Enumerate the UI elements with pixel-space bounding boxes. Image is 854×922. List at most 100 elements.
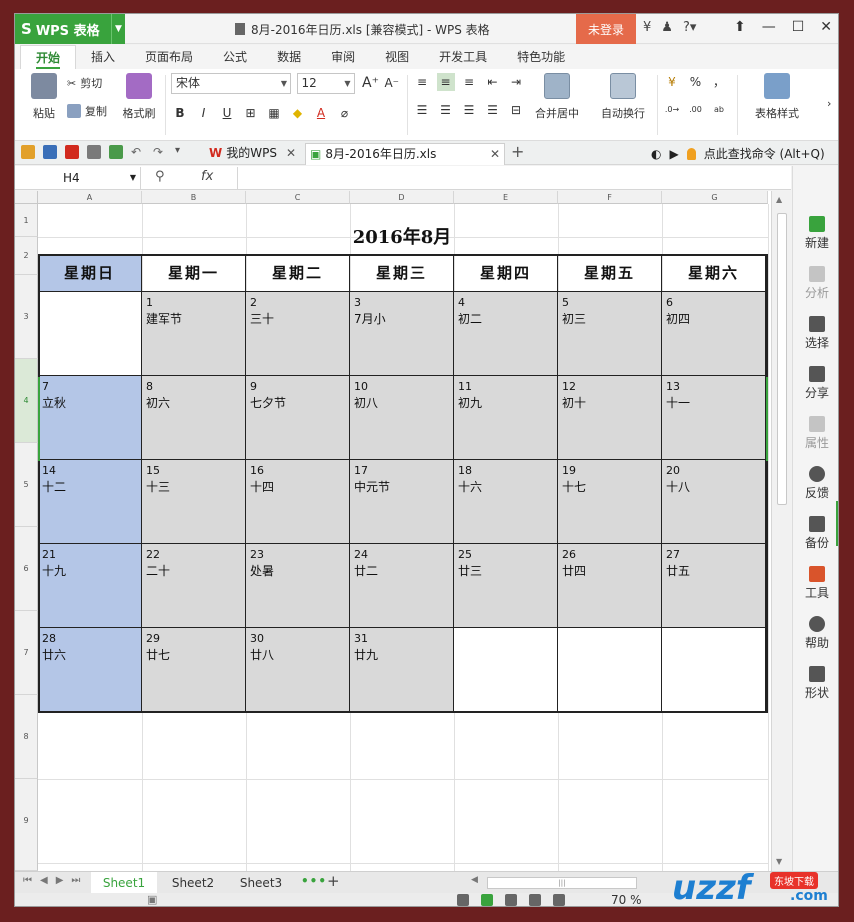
tab-home[interactable]: 开始 bbox=[20, 45, 77, 69]
calendar-day-cell[interactable]: 9 七夕节 bbox=[246, 376, 350, 460]
tab-formulas[interactable]: 公式 bbox=[208, 45, 262, 69]
customize-icon[interactable]: ▾ bbox=[175, 145, 189, 159]
save-icon[interactable] bbox=[43, 145, 57, 159]
calendar-day-cell[interactable]: 23 处暑 bbox=[246, 544, 350, 628]
zoom-level[interactable]: 70 % bbox=[611, 893, 642, 906]
currency-icon[interactable]: ¥ bbox=[663, 73, 681, 91]
tab-developer[interactable]: 开发工具 bbox=[424, 45, 502, 69]
wrap-text-button[interactable]: 自动换行 bbox=[595, 73, 651, 121]
pane-select[interactable]: 选择 bbox=[793, 316, 838, 351]
sheet-tab-3[interactable]: Sheet3 bbox=[229, 872, 293, 894]
normal-view-icon[interactable] bbox=[481, 894, 493, 906]
justify-icon[interactable]: ☰ bbox=[484, 101, 502, 119]
convert-icon[interactable]: ab bbox=[710, 101, 728, 119]
app-menu-button[interactable]: S WPS 表格 ▼ bbox=[15, 14, 125, 44]
next-sheet-icon[interactable]: ▶ bbox=[56, 875, 64, 886]
calendar-day-cell[interactable]: 21 十九 bbox=[38, 544, 142, 628]
clear-format-icon[interactable]: ⌀ bbox=[336, 104, 354, 122]
ribbon-scroll-icon[interactable]: › bbox=[827, 97, 831, 110]
underline-button[interactable]: U bbox=[218, 104, 236, 122]
skin-icon[interactable]: ¥ bbox=[643, 20, 651, 35]
calendar-day-cell[interactable]: 29 廿七 bbox=[142, 628, 246, 712]
row-header-2[interactable]: 2 bbox=[15, 237, 38, 275]
spreadsheet-grid[interactable]: A B C D E F G 1 2 3 4 5 6 7 8 9 2016年8月 … bbox=[15, 191, 791, 871]
row-header-3[interactable]: 3 bbox=[15, 275, 38, 359]
align-bottom-icon[interactable]: ≡ bbox=[460, 73, 478, 91]
tab-view[interactable]: 视图 bbox=[370, 45, 424, 69]
horizontal-scroll-thumb[interactable]: ||| bbox=[487, 877, 637, 889]
select-all-corner[interactable] bbox=[15, 191, 38, 204]
calendar-day-cell[interactable]: 20 十八 bbox=[662, 460, 766, 544]
row-header-1[interactable]: 1 bbox=[15, 204, 38, 237]
pane-tools[interactable]: 工具 bbox=[793, 566, 838, 601]
row-header-4[interactable]: 4 bbox=[15, 359, 38, 443]
search-icon[interactable]: ⚲ bbox=[155, 169, 165, 184]
print-icon[interactable] bbox=[87, 145, 101, 159]
calendar-day-cell[interactable]: 26 廿四 bbox=[558, 544, 662, 628]
calendar-day-cell[interactable]: 19 十七 bbox=[558, 460, 662, 544]
decrease-font-icon[interactable]: A⁻ bbox=[384, 76, 399, 90]
font-color-icon[interactable]: A bbox=[312, 104, 330, 122]
calendar-day-cell[interactable]: 24 廿二 bbox=[350, 544, 454, 628]
redo-icon[interactable]: ↷ bbox=[153, 145, 167, 159]
sheet-tab-1[interactable]: Sheet1 bbox=[91, 872, 157, 894]
calendar-day-cell[interactable]: 2 三十 bbox=[246, 292, 350, 376]
calendar-day-cell[interactable]: 6 初四 bbox=[662, 292, 766, 376]
sync-icon[interactable]: ◐ bbox=[651, 147, 661, 161]
close-button[interactable]: ✕ bbox=[820, 19, 832, 35]
calendar-day-cell[interactable]: 30 廿八 bbox=[246, 628, 350, 712]
preview-icon[interactable] bbox=[109, 145, 123, 159]
last-sheet-icon[interactable]: ⏭ bbox=[71, 875, 80, 886]
horizontal-scrollbar[interactable]: ◀ ||| bbox=[459, 875, 669, 889]
close-tab-icon[interactable]: ✕ bbox=[286, 143, 296, 163]
calendar-day-cell[interactable]: 1 建军节 bbox=[142, 292, 246, 376]
pane-analyze[interactable]: 分析 bbox=[793, 266, 838, 301]
tab-insert[interactable]: 插入 bbox=[76, 45, 130, 69]
login-button[interactable]: 未登录 bbox=[576, 14, 636, 44]
tab-my-wps[interactable]: W 我的WPS ✕ bbox=[205, 143, 300, 165]
scroll-thumb[interactable] bbox=[777, 213, 787, 505]
row-header-5[interactable]: 5 bbox=[15, 443, 38, 527]
column-header-c[interactable]: C bbox=[246, 191, 350, 204]
calendar-day-cell[interactable]: 15 十三 bbox=[142, 460, 246, 544]
vertical-scrollbar[interactable]: ▲ ▼ bbox=[771, 191, 791, 871]
calendar-day-cell[interactable]: 31 廿九 bbox=[350, 628, 454, 712]
pane-share[interactable]: 分享 bbox=[793, 366, 838, 401]
align-middle-icon[interactable]: ≡ bbox=[436, 73, 455, 91]
column-header-a[interactable]: A bbox=[38, 191, 142, 204]
border-icon[interactable]: ⊞ bbox=[242, 104, 260, 122]
increase-decimal-icon[interactable]: .0→ bbox=[663, 101, 681, 119]
pane-help[interactable]: 帮助 bbox=[793, 616, 838, 651]
bold-button[interactable]: B bbox=[171, 104, 189, 122]
increase-font-icon[interactable]: A⁺ bbox=[362, 75, 379, 91]
calendar-day-cell[interactable]: 18 十六 bbox=[454, 460, 558, 544]
calendar-day-cell[interactable]: 4 初二 bbox=[454, 292, 558, 376]
calendar-day-cell[interactable]: 12 初十 bbox=[558, 376, 662, 460]
copy-button[interactable]: 复制 bbox=[67, 101, 107, 121]
calendar-day-cell[interactable]: 8 初六 bbox=[142, 376, 246, 460]
history-icon[interactable] bbox=[457, 894, 469, 906]
shirt-icon[interactable]: ♟ bbox=[661, 20, 673, 35]
protect-icon[interactable] bbox=[553, 894, 565, 906]
format-painter-button[interactable]: 格式刷 bbox=[119, 73, 159, 121]
align-right-icon[interactable]: ☰ bbox=[460, 101, 478, 119]
name-box[interactable]: H4 ▼ bbox=[15, 167, 141, 189]
column-header-e[interactable]: E bbox=[454, 191, 558, 204]
first-sheet-icon[interactable]: ⏮ bbox=[23, 875, 32, 886]
calendar-day-cell[interactable]: 11 初九 bbox=[454, 376, 558, 460]
calendar-day-cell[interactable]: 28 廿六 bbox=[38, 628, 142, 712]
fill-pattern-icon[interactable]: ▦ bbox=[265, 104, 283, 122]
align-left-icon[interactable]: ☰ bbox=[413, 101, 431, 119]
pane-backup[interactable]: 备份 bbox=[793, 516, 838, 551]
calendar-day-cell[interactable]: 16 十四 bbox=[246, 460, 350, 544]
calendar-day-cell[interactable]: 10 初八 bbox=[350, 376, 454, 460]
new-tab-button[interactable]: + bbox=[511, 142, 524, 161]
calendar-day-cell[interactable] bbox=[558, 628, 662, 712]
calendar-day-cell[interactable]: 22 二十 bbox=[142, 544, 246, 628]
tab-special[interactable]: 特色功能 bbox=[502, 45, 580, 69]
decrease-decimal-icon[interactable]: .00 bbox=[687, 101, 705, 119]
calendar-day-cell[interactable] bbox=[38, 292, 142, 376]
tab-calendar-file[interactable]: ▣ 8月-2016年日历.xls ✕ bbox=[305, 143, 505, 165]
reading-mode-icon[interactable] bbox=[529, 894, 541, 906]
calendar-day-cell[interactable] bbox=[662, 628, 766, 712]
